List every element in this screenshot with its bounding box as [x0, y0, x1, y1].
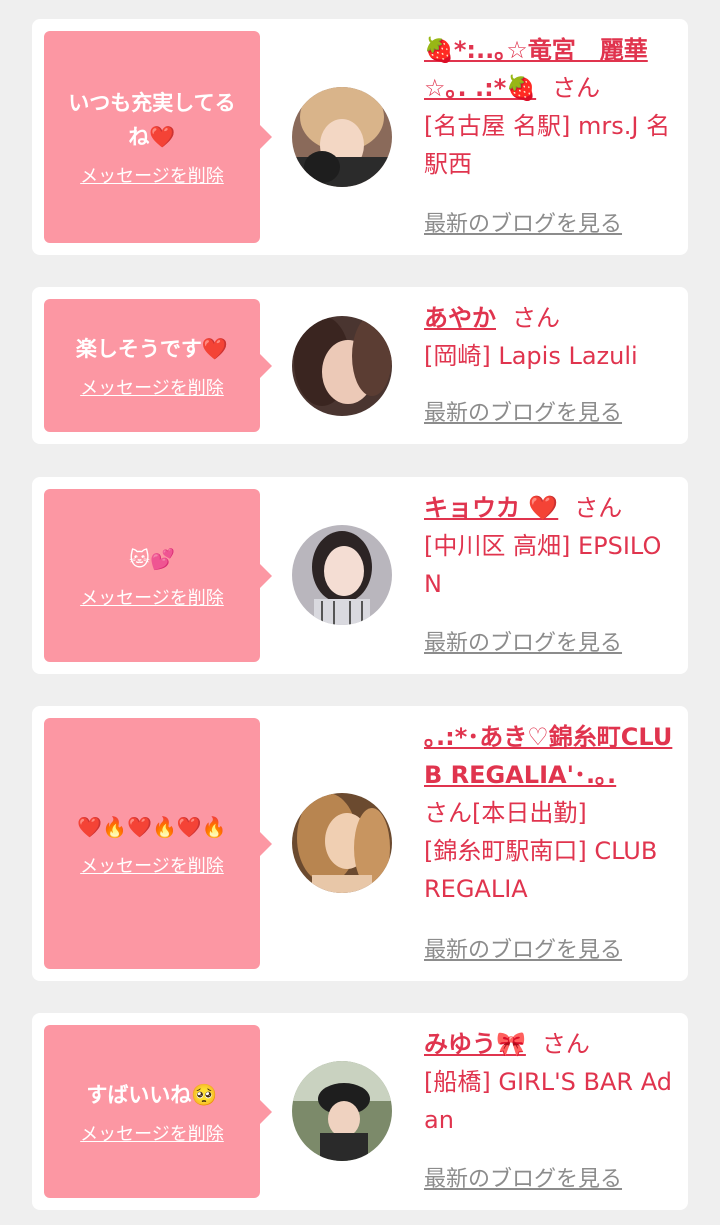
message-bubble: ❤️🔥❤️🔥❤️🔥 メッセージを削除	[44, 718, 272, 969]
message-bubble: 🐱💕 メッセージを削除	[44, 489, 272, 662]
view-blog-link[interactable]: 最新のブログを見る	[424, 937, 622, 965]
avatar[interactable]	[292, 1061, 392, 1161]
cast-name-link[interactable]: ｡.:*･あき♡錦糸町CLUB REGALIA'･.｡.	[424, 723, 672, 789]
message-text: 🐱💕	[129, 546, 175, 571]
message-card: ❤️🔥❤️🔥❤️🔥 メッセージを削除 ｡.:*･あき♡錦糸町CLUB REGAL…	[32, 706, 688, 981]
delete-message-link[interactable]: メッセージを削除	[80, 166, 224, 188]
cast-info: ｡.:*･あき♡錦糸町CLUB REGALIA'･.｡. さん[本日出勤] [錦糸…	[424, 718, 674, 908]
name-line: 🍓*:..｡☆竜宮 麗華☆｡. .:*🍓 さん	[424, 31, 674, 107]
avatar-photo-icon	[292, 316, 392, 416]
cast-info: キョウカ ❤️ さん [中川区 高畑] EPSILON	[424, 489, 674, 603]
avatar-photo-icon	[292, 525, 392, 625]
message-text: 楽しそうです❤️	[75, 336, 229, 361]
message-list: いつも充実してるね❤️ メッセージを削除 🍓*:..｡☆竜宮 麗華☆｡. .:*…	[0, 0, 720, 1225]
delete-message-link[interactable]: メッセージを削除	[80, 378, 224, 400]
shop-label: [錦糸町駅南口] CLUB REGALIA	[424, 837, 658, 903]
avatar[interactable]	[292, 87, 392, 187]
message-card: 楽しそうです❤️ メッセージを削除 あやか さん [岡崎] Lapis Lazul…	[32, 287, 688, 444]
honorific: さん	[574, 494, 623, 522]
cast-info: あやか さん [岡崎] Lapis Lazuli	[424, 299, 674, 375]
avatar[interactable]	[292, 793, 392, 893]
message-bubble: いつも充実してるね❤️ メッセージを削除	[44, 31, 272, 243]
avatar-photo-icon	[292, 87, 392, 187]
name-line: キョウカ ❤️ さん	[424, 489, 674, 527]
avatar-photo-icon	[292, 793, 392, 893]
cast-info: みゆう🎀 さん [船橋] GIRL'S BAR Adan	[424, 1025, 674, 1139]
cast-name-link[interactable]: キョウカ ❤️	[424, 494, 558, 522]
delete-message-link[interactable]: メッセージを削除	[80, 588, 224, 610]
shop-label: [名古屋 名駅] mrs.J 名駅西	[424, 112, 671, 178]
honorific: さん[本日出勤]	[424, 799, 587, 827]
cast-name-link[interactable]: あやか	[424, 304, 496, 332]
name-line: あやか さん	[424, 299, 674, 337]
name-line: みゆう🎀 さん	[424, 1025, 674, 1063]
honorific: さん	[552, 74, 601, 102]
avatar-photo-icon	[292, 1061, 392, 1161]
view-blog-link[interactable]: 最新のブログを見る	[424, 1166, 622, 1194]
message-card: すばいいね🥺 メッセージを削除 みゆう🎀 さん [船橋] GIRL'S BAR A…	[32, 1013, 688, 1210]
cast-name-link[interactable]: 🍓*:..｡☆竜宮 麗華☆｡. .:*🍓	[424, 36, 648, 102]
view-blog-link[interactable]: 最新のブログを見る	[424, 211, 622, 239]
cast-info: 🍓*:..｡☆竜宮 麗華☆｡. .:*🍓 さん [名古屋 名駅] mrs.J 名駅…	[424, 31, 674, 183]
honorific: さん	[541, 1030, 590, 1058]
shop-label: [岡崎] Lapis Lazuli	[424, 342, 638, 370]
shop-label: [中川区 高畑] EPSILON	[424, 532, 662, 598]
message-text: いつも充実してるね❤️	[68, 91, 236, 149]
message-text: すばいいね🥺	[86, 1082, 218, 1107]
delete-message-link[interactable]: メッセージを削除	[80, 856, 224, 878]
view-blog-link[interactable]: 最新のブログを見る	[424, 400, 622, 428]
name-line: ｡.:*･あき♡錦糸町CLUB REGALIA'･.｡. さん[本日出勤]	[424, 718, 674, 832]
shop-label: [船橋] GIRL'S BAR Adan	[424, 1068, 672, 1134]
cast-name-link[interactable]: みゆう🎀	[424, 1030, 526, 1058]
message-bubble: 楽しそうです❤️ メッセージを削除	[44, 299, 272, 432]
view-blog-link[interactable]: 最新のブログを見る	[424, 630, 622, 658]
avatar[interactable]	[292, 316, 392, 416]
avatar[interactable]	[292, 525, 392, 625]
delete-message-link[interactable]: メッセージを削除	[80, 1124, 224, 1146]
message-card: 🐱💕 メッセージを削除 キョウカ ❤️ さん [中川区 高畑] EPSILON 最…	[32, 477, 688, 674]
honorific: さん	[512, 304, 560, 332]
message-bubble: すばいいね🥺 メッセージを削除	[44, 1025, 272, 1198]
message-card: いつも充実してるね❤️ メッセージを削除 🍓*:..｡☆竜宮 麗華☆｡. .:*…	[32, 19, 688, 255]
message-text: ❤️🔥❤️🔥❤️🔥	[77, 814, 227, 839]
